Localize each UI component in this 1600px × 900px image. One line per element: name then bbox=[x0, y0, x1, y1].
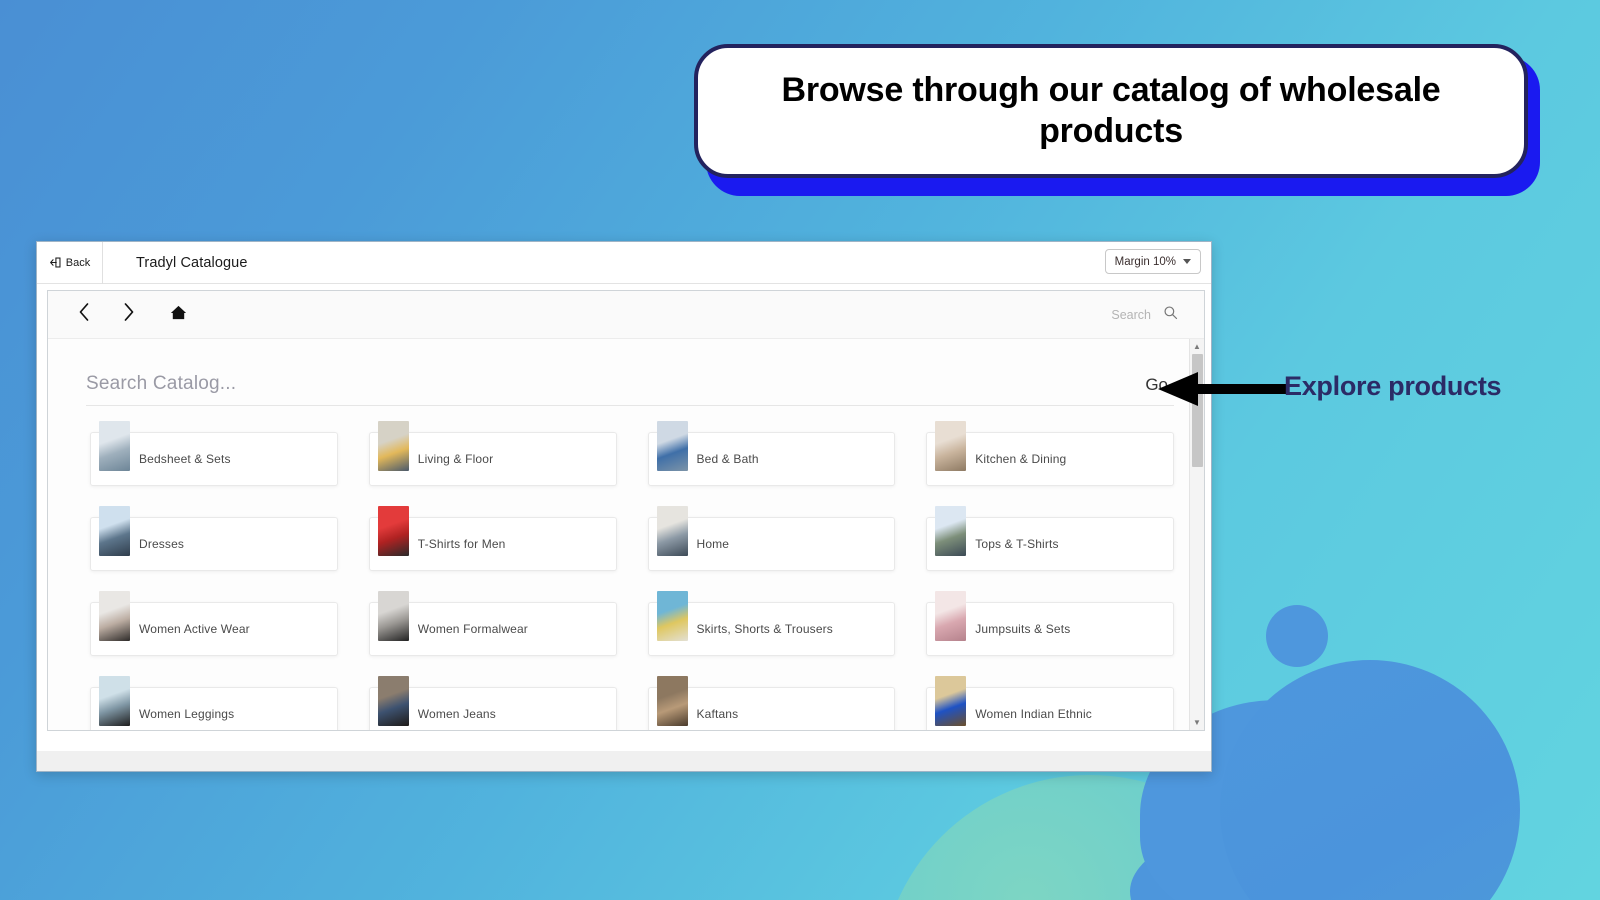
category-card-label: Kitchen & Dining bbox=[975, 452, 1067, 466]
home-icon bbox=[169, 303, 188, 327]
scroll-up-arrow[interactable]: ▲ bbox=[1193, 339, 1201, 354]
embedded-browser: Search Search Catalog... Go Bedsheet & S… bbox=[47, 290, 1205, 731]
app-title: Tradyl Catalogue bbox=[136, 254, 248, 271]
callout-banner: Browse through our catalog of wholesale … bbox=[694, 44, 1540, 196]
chevron-left-icon bbox=[76, 301, 93, 328]
dresses-thumb bbox=[99, 506, 130, 556]
browser-back-button[interactable] bbox=[62, 298, 106, 332]
category-card[interactable]: Women Leggings bbox=[90, 676, 338, 730]
category-card[interactable]: Skirts, Shorts & Trousers bbox=[647, 591, 896, 656]
category-card[interactable]: Women Jeans bbox=[368, 676, 617, 730]
kaftans-thumb bbox=[656, 676, 688, 726]
category-card[interactable]: Tops & T-Shirts bbox=[926, 506, 1174, 571]
category-card[interactable]: Kitchen & Dining bbox=[926, 421, 1174, 486]
back-button-label: Back bbox=[65, 256, 91, 269]
category-card[interactable]: Dresses bbox=[90, 506, 338, 571]
category-card-label: Jumpsuits & Sets bbox=[975, 622, 1071, 636]
decor-blob-small bbox=[1266, 605, 1328, 667]
kitchen-dining-thumb bbox=[935, 421, 967, 471]
skirts-shorts-thumb bbox=[656, 591, 688, 641]
living-floor-thumb bbox=[377, 421, 409, 471]
browser-forward-button[interactable] bbox=[106, 298, 150, 332]
tshirts-men-thumb bbox=[377, 506, 409, 556]
category-card[interactable]: Women Indian Ethnic bbox=[926, 676, 1174, 730]
category-card-label: Home bbox=[696, 537, 730, 551]
decor-blob-green bbox=[880, 775, 1300, 900]
category-card-label: Tops & T-Shirts bbox=[975, 537, 1059, 551]
category-card-label: Women Indian Ethnic bbox=[975, 707, 1092, 721]
category-card[interactable]: Bedsheet & Sets bbox=[90, 421, 338, 486]
category-card-label: T-Shirts for Men bbox=[417, 537, 506, 551]
magnifier-icon[interactable] bbox=[1163, 305, 1178, 325]
home-thumb bbox=[656, 506, 688, 556]
app-header: Back Tradyl Catalogue Margin 10% bbox=[37, 241, 1211, 284]
app-footer bbox=[37, 751, 1211, 771]
category-card-label: Women Formalwear bbox=[417, 622, 528, 636]
margin-dropdown-label: Margin 10% bbox=[1114, 255, 1176, 268]
browser-home-button[interactable] bbox=[156, 298, 200, 332]
leggings-thumb bbox=[99, 676, 130, 726]
arrow-shaft bbox=[1194, 384, 1286, 394]
category-card-label: Kaftans bbox=[696, 707, 739, 721]
back-arrow-box-icon bbox=[49, 256, 62, 269]
browser-search-placeholder: Search bbox=[1111, 308, 1151, 322]
active-wear-thumb bbox=[99, 591, 130, 641]
category-card-label: Women Jeans bbox=[417, 707, 496, 721]
scrollbar-thumb[interactable] bbox=[1192, 354, 1203, 467]
category-card-label: Bed & Bath bbox=[696, 452, 759, 466]
left-arrow-icon bbox=[1158, 372, 1286, 406]
category-card[interactable]: Jumpsuits & Sets bbox=[926, 591, 1174, 656]
category-card-label: Living & Floor bbox=[417, 452, 494, 466]
chevron-right-icon bbox=[120, 301, 137, 328]
category-card[interactable]: Kaftans bbox=[647, 676, 896, 730]
jumpsuits-thumb bbox=[935, 591, 967, 641]
browser-toolbar: Search bbox=[48, 291, 1204, 339]
indian-ethnic-thumb bbox=[935, 676, 967, 726]
app-window: Back Tradyl Catalogue Margin 10% Search … bbox=[36, 241, 1212, 772]
category-card-label: Skirts, Shorts & Trousers bbox=[696, 622, 833, 636]
category-card[interactable]: T-Shirts for Men bbox=[368, 506, 617, 571]
callout-text: Browse through our catalog of wholesale … bbox=[781, 70, 1441, 150]
chevron-down-icon bbox=[1183, 259, 1191, 264]
browser-search-box[interactable]: Search bbox=[1111, 291, 1178, 339]
callout-box: Browse through our catalog of wholesale … bbox=[694, 44, 1528, 178]
decor-blob-large bbox=[1220, 660, 1520, 900]
catalog-search-row: Search Catalog... Go bbox=[86, 373, 1174, 406]
jeans-thumb bbox=[377, 676, 409, 726]
category-card[interactable]: Bed & Bath bbox=[647, 421, 896, 486]
decor-blob-wave bbox=[1130, 820, 1470, 900]
bed-bath-thumb bbox=[656, 421, 688, 471]
formalwear-thumb bbox=[377, 591, 409, 641]
category-card[interactable]: Living & Floor bbox=[368, 421, 617, 486]
tops-tshirts-thumb bbox=[935, 506, 967, 556]
annotation-label: Explore products bbox=[1284, 371, 1502, 401]
category-card-label: Women Leggings bbox=[139, 707, 235, 721]
category-card-label: Women Active Wear bbox=[139, 622, 250, 636]
arrow-head bbox=[1158, 372, 1198, 406]
category-card[interactable]: Women Active Wear bbox=[90, 591, 338, 656]
margin-dropdown-button[interactable]: Margin 10% bbox=[1104, 249, 1201, 274]
category-card-label: Bedsheet & Sets bbox=[139, 452, 231, 466]
scroll-down-arrow[interactable]: ▼ bbox=[1193, 715, 1201, 730]
category-card[interactable]: Women Formalwear bbox=[368, 591, 617, 656]
catalog-search-input[interactable]: Search Catalog... bbox=[86, 373, 236, 395]
category-card-label: Dresses bbox=[139, 537, 185, 551]
back-button[interactable]: Back bbox=[37, 241, 103, 284]
category-card[interactable]: Home bbox=[647, 506, 896, 571]
bedsheet-thumb bbox=[99, 421, 130, 471]
catalog-page: Search Catalog... Go Bedsheet & Sets Livi… bbox=[48, 339, 1204, 730]
category-grid: Bedsheet & Sets Living & Floor Bed & Bath K… bbox=[90, 421, 1174, 730]
